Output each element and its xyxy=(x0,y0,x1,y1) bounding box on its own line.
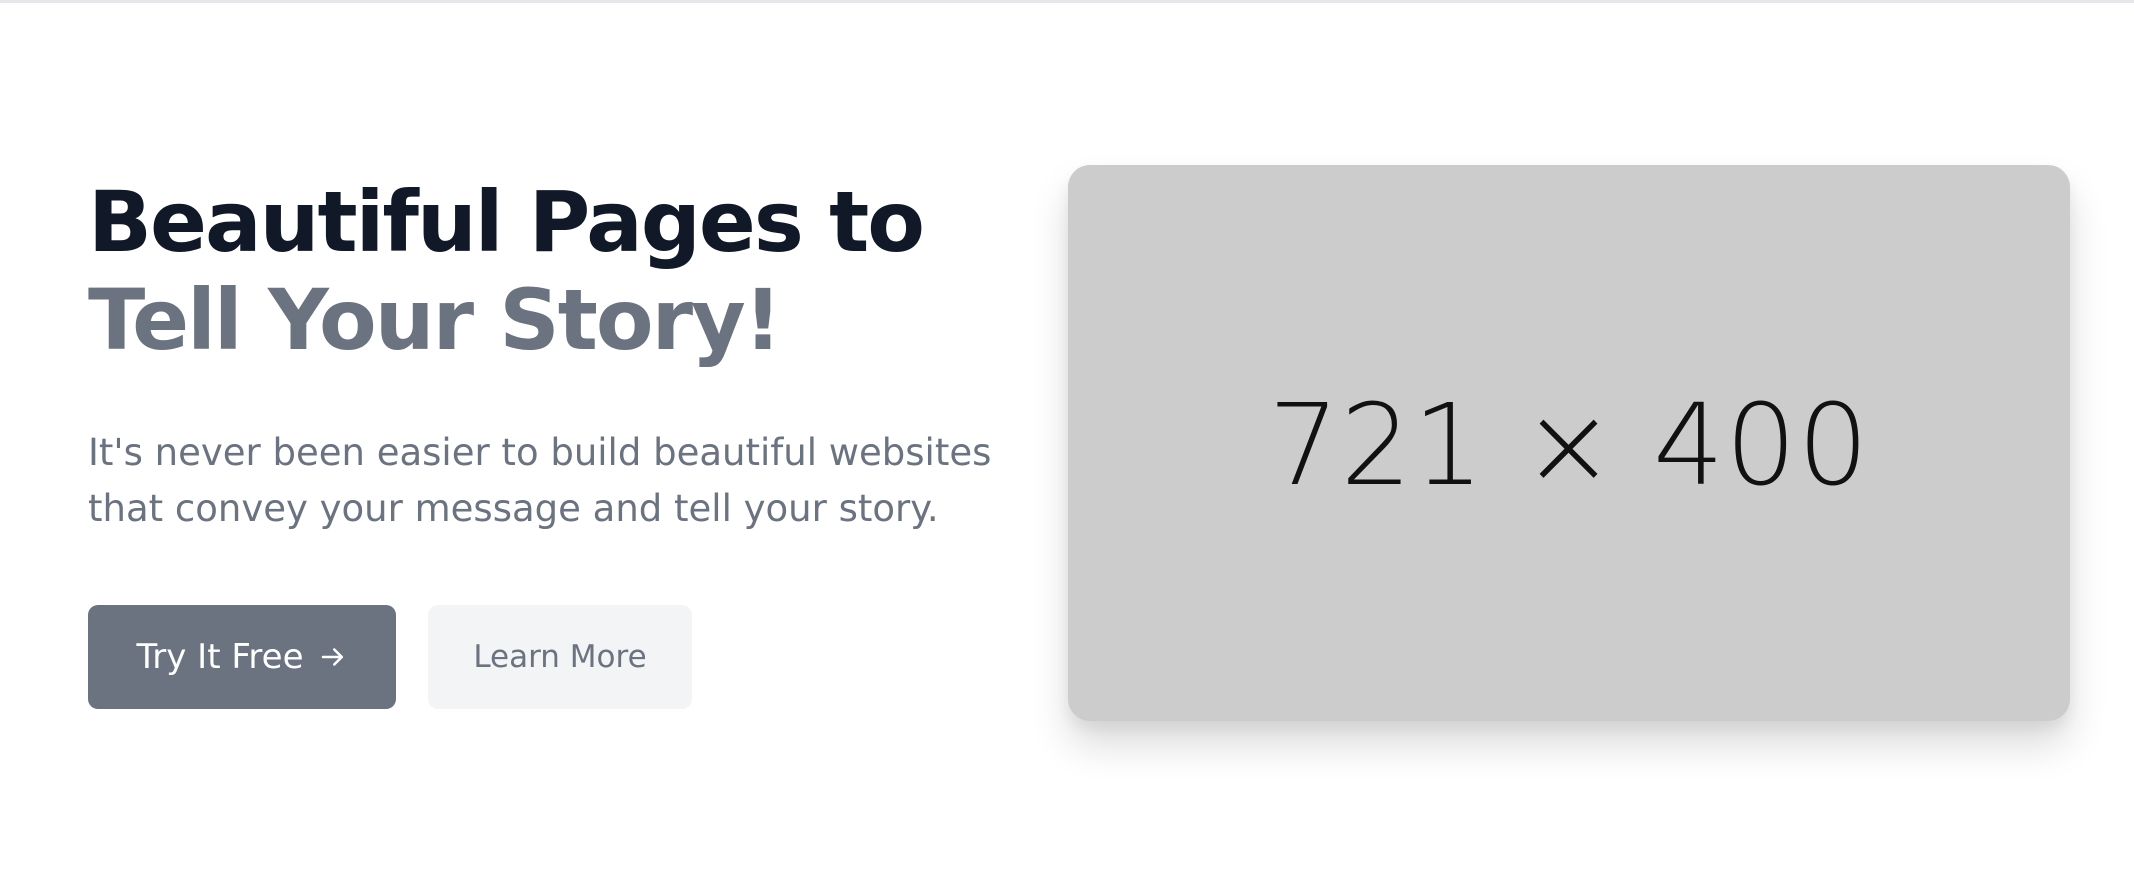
page: Beautiful Pages to Tell Your Story! It's… xyxy=(0,0,2134,878)
hero-section: Beautiful Pages to Tell Your Story! It's… xyxy=(88,173,1028,709)
hero-title-line2: Tell Your Story! xyxy=(88,271,782,369)
hero-subtitle: It's never been easier to build beautifu… xyxy=(88,431,992,530)
learn-more-label: Learn More xyxy=(473,639,647,675)
arrow-right-icon xyxy=(318,642,348,672)
learn-more-button[interactable]: Learn More xyxy=(428,605,692,709)
hero-headline: Beautiful Pages to Tell Your Story! xyxy=(88,173,1028,369)
placeholder-dimensions-label: 721 × 400 xyxy=(1268,381,1870,511)
hero-actions: Try It Free Learn More xyxy=(88,605,1028,709)
hero-title-line1: Beautiful Pages to xyxy=(88,173,925,271)
hero-image-placeholder: 721 × 400 xyxy=(1068,165,2070,721)
try-it-free-label: Try It Free xyxy=(136,637,304,677)
try-it-free-button[interactable]: Try It Free xyxy=(88,605,396,709)
